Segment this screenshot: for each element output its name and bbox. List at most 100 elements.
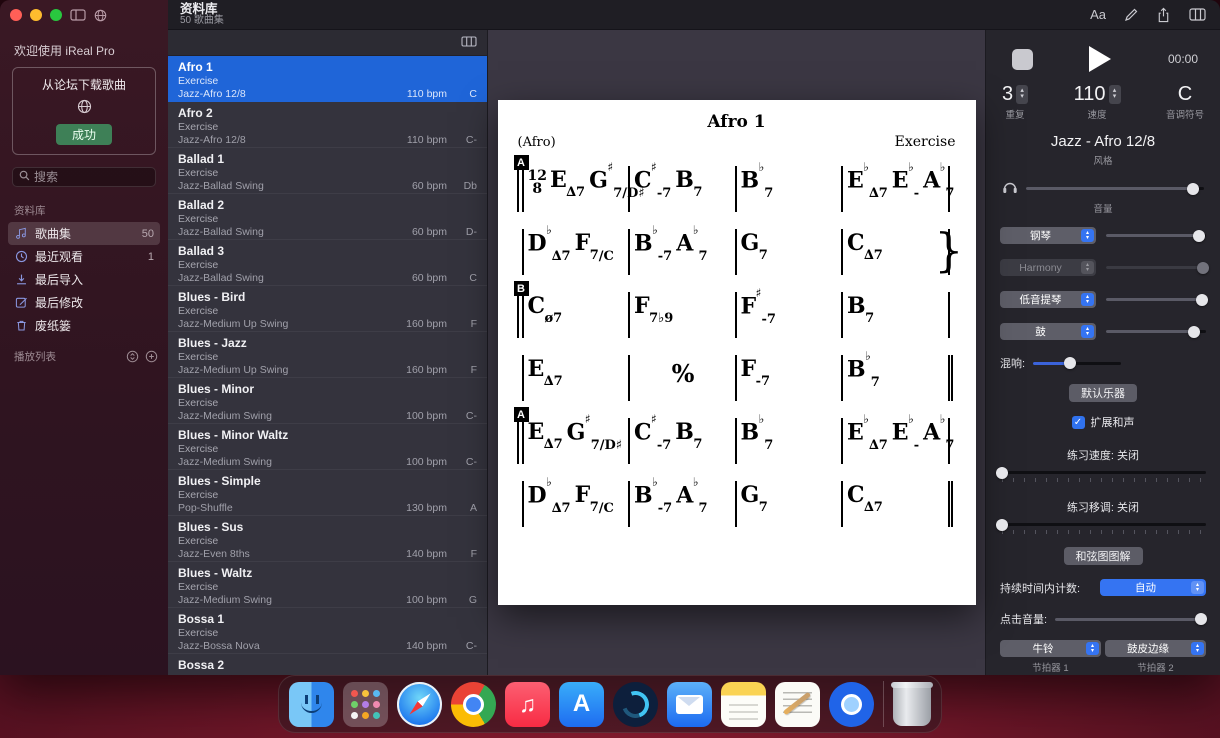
dock-finder-icon[interactable] (289, 682, 334, 727)
stop-button[interactable] (1012, 49, 1033, 70)
song-row[interactable]: Blues - BirdExerciseJazz-Medium Up Swing… (168, 286, 487, 332)
chart-row: A128E∆7G♯7/D♯C♯-7B7B♭7E♭∆7E♭-A♭7 (522, 166, 950, 212)
play-button[interactable] (1089, 46, 1111, 72)
song-row[interactable]: Bossa 2 (168, 654, 487, 675)
click-volume-slider[interactable] (1055, 618, 1206, 621)
instrument-name: 鼓 (1000, 324, 1081, 339)
instrument-volume-slider[interactable] (1106, 298, 1206, 301)
song-key: F (459, 318, 477, 331)
chord-symbol: F7/C (575, 232, 614, 258)
search-field[interactable] (12, 167, 156, 187)
welcome-text: 欢迎使用 iReal Pro (14, 42, 168, 59)
instrument-volume-slider[interactable] (1106, 330, 1206, 333)
tempo-stepper[interactable]: ▴▾ (1109, 85, 1121, 104)
text-size-button[interactable]: Aa (1090, 7, 1106, 22)
song-title: Afro 2 (178, 107, 477, 121)
song-meta: Jazz-Medium Swing100 bpmG (178, 594, 477, 607)
song-row[interactable]: Blues - JazzExerciseJazz-Medium Up Swing… (168, 332, 487, 378)
sidebar-toggle-icon[interactable] (70, 9, 86, 21)
song-credit: Exercise (178, 627, 477, 640)
forum-globe-icon[interactable] (94, 9, 107, 22)
chord-diagrams-button[interactable]: 和弦图图解 (1064, 547, 1143, 565)
sidebar-item-last-imported[interactable]: 最后导入 (8, 268, 160, 291)
song-row[interactable]: Ballad 2ExerciseJazz-Ballad Swing60 bpmD… (168, 194, 487, 240)
song-key: C- (459, 410, 477, 423)
share-button[interactable] (1156, 7, 1171, 23)
sidebar-item-songs[interactable]: 歌曲集50 (8, 222, 160, 245)
dock-chrome-icon[interactable] (451, 682, 496, 727)
sidebar-item-trash[interactable]: 废纸篓 (8, 314, 160, 337)
measure: B♭7 (841, 355, 948, 401)
instrument-select[interactable]: Harmony▴▾ (1000, 259, 1096, 276)
chord-symbol: B♭7 (741, 169, 774, 196)
section-marker: A (514, 155, 529, 170)
dock-music-icon[interactable] (505, 682, 550, 727)
style-name[interactable]: Jazz - Afro 12/8 (1000, 133, 1206, 150)
metronome2-select[interactable]: 鼓皮边缘 ▴▾ (1105, 640, 1206, 657)
instrument-select[interactable]: 低音提琴▴▾ (1000, 291, 1096, 308)
instrument-volume-slider[interactable] (1106, 234, 1206, 237)
metronome1-select[interactable]: 牛铃 ▴▾ (1000, 640, 1101, 657)
search-input[interactable] (34, 170, 149, 184)
dock-notes-icon[interactable] (721, 682, 766, 727)
success-button[interactable]: 成功 (56, 124, 112, 145)
measure: C∆7 (841, 481, 948, 527)
chord-symbol: E∆7 (528, 358, 563, 384)
song-row[interactable]: Afro 2ExerciseJazz-Afro 12/8110 bpmC- (168, 102, 487, 148)
dock-appstore-icon[interactable] (559, 682, 604, 727)
song-style: Jazz-Ballad Swing (178, 180, 412, 193)
chart-row: AE∆7G♯7/D♯C♯-7B7B♭7E♭∆7E♭-A♭7 (522, 418, 950, 464)
edit-pencil-button[interactable] (1124, 8, 1138, 22)
song-row[interactable]: Bossa 1ExerciseJazz-Bossa Nova140 bpmC- (168, 608, 487, 654)
song-title: Blues - Minor (178, 383, 477, 397)
instrument-select[interactable]: 钢琴▴▾ (1000, 227, 1096, 244)
key-value[interactable]: C (1178, 84, 1192, 104)
dock-trash-icon[interactable] (893, 682, 931, 726)
sidebar-item-recently-viewed[interactable]: 最近观看1 (8, 245, 160, 268)
layout-columns-button[interactable] (1189, 8, 1206, 21)
playlist-options-icon[interactable] (126, 350, 139, 363)
reverb-slider[interactable] (1033, 362, 1121, 365)
chord-symbol: F7♭9 (634, 295, 673, 321)
practice-tempo-slider[interactable] (1000, 471, 1206, 474)
instrument-volume-slider[interactable] (1106, 266, 1206, 269)
stat-row: 3 ▴▾ 重复 110 ▴▾ 速度 (1000, 84, 1206, 121)
add-playlist-button[interactable] (145, 350, 158, 363)
song-row[interactable]: Blues - SusExerciseJazz-Even 8ths140 bpm… (168, 516, 487, 562)
master-volume-slider[interactable] (1026, 187, 1204, 190)
song-style: Jazz-Ballad Swing (178, 272, 412, 285)
song-row[interactable]: Ballad 3ExerciseJazz-Ballad Swing60 bpmC (168, 240, 487, 286)
dock-safari-icon[interactable] (397, 682, 442, 727)
measure: G7 (735, 229, 842, 275)
select-arrows-icon: ▴▾ (1081, 229, 1094, 242)
chord-symbol: A♭7 (923, 169, 954, 196)
song-row[interactable]: Blues - MinorExerciseJazz-Medium Swing10… (168, 378, 487, 424)
default-instruments-button[interactable]: 默认乐器 (1069, 384, 1137, 402)
repeats-label: 重复 (1006, 107, 1025, 121)
song-row[interactable]: Afro 1ExerciseJazz-Afro 12/8110 bpmC (168, 56, 487, 102)
close-window-button[interactable] (10, 9, 22, 21)
zoom-window-button[interactable] (50, 9, 62, 21)
dock-swirl-icon[interactable] (613, 682, 658, 727)
dock-mail-icon[interactable] (667, 682, 712, 727)
sidebar-item-last-modified[interactable]: 最后修改 (8, 291, 160, 314)
key-control: C 音调符号 (1166, 84, 1204, 121)
count-in-select[interactable]: 自动 ▴▾ (1100, 579, 1206, 596)
extended-harmony-checkbox[interactable] (1072, 416, 1085, 429)
library-header: 资料库 50 歌曲集 (168, 3, 488, 27)
song-row[interactable]: Blues - SimpleExercisePop-Shuffle130 bpm… (168, 470, 487, 516)
edit-icon (14, 296, 28, 309)
practice-transpose-slider[interactable] (1000, 523, 1206, 526)
dock-disc-icon[interactable] (829, 682, 874, 727)
song-row[interactable]: Blues - WaltzExerciseJazz-Medium Swing10… (168, 562, 487, 608)
repeats-stepper[interactable]: ▴▾ (1016, 85, 1028, 104)
sidebar: 欢迎使用 iReal Pro 从论坛下载歌曲 成功 资料库 歌曲集50最近观看1… (0, 0, 168, 675)
minimize-window-button[interactable] (30, 9, 42, 21)
dock-launchpad-icon[interactable] (343, 682, 388, 727)
dock-textedit-icon[interactable] (775, 682, 820, 727)
sidebar-item-label: 废纸篓 (35, 317, 147, 334)
instrument-select[interactable]: 鼓▴▾ (1000, 323, 1096, 340)
song-row[interactable]: Ballad 1ExerciseJazz-Ballad Swing60 bpmD… (168, 148, 487, 194)
columns-view-icon[interactable] (461, 34, 477, 52)
song-row[interactable]: Blues - Minor WaltzExerciseJazz-Medium S… (168, 424, 487, 470)
